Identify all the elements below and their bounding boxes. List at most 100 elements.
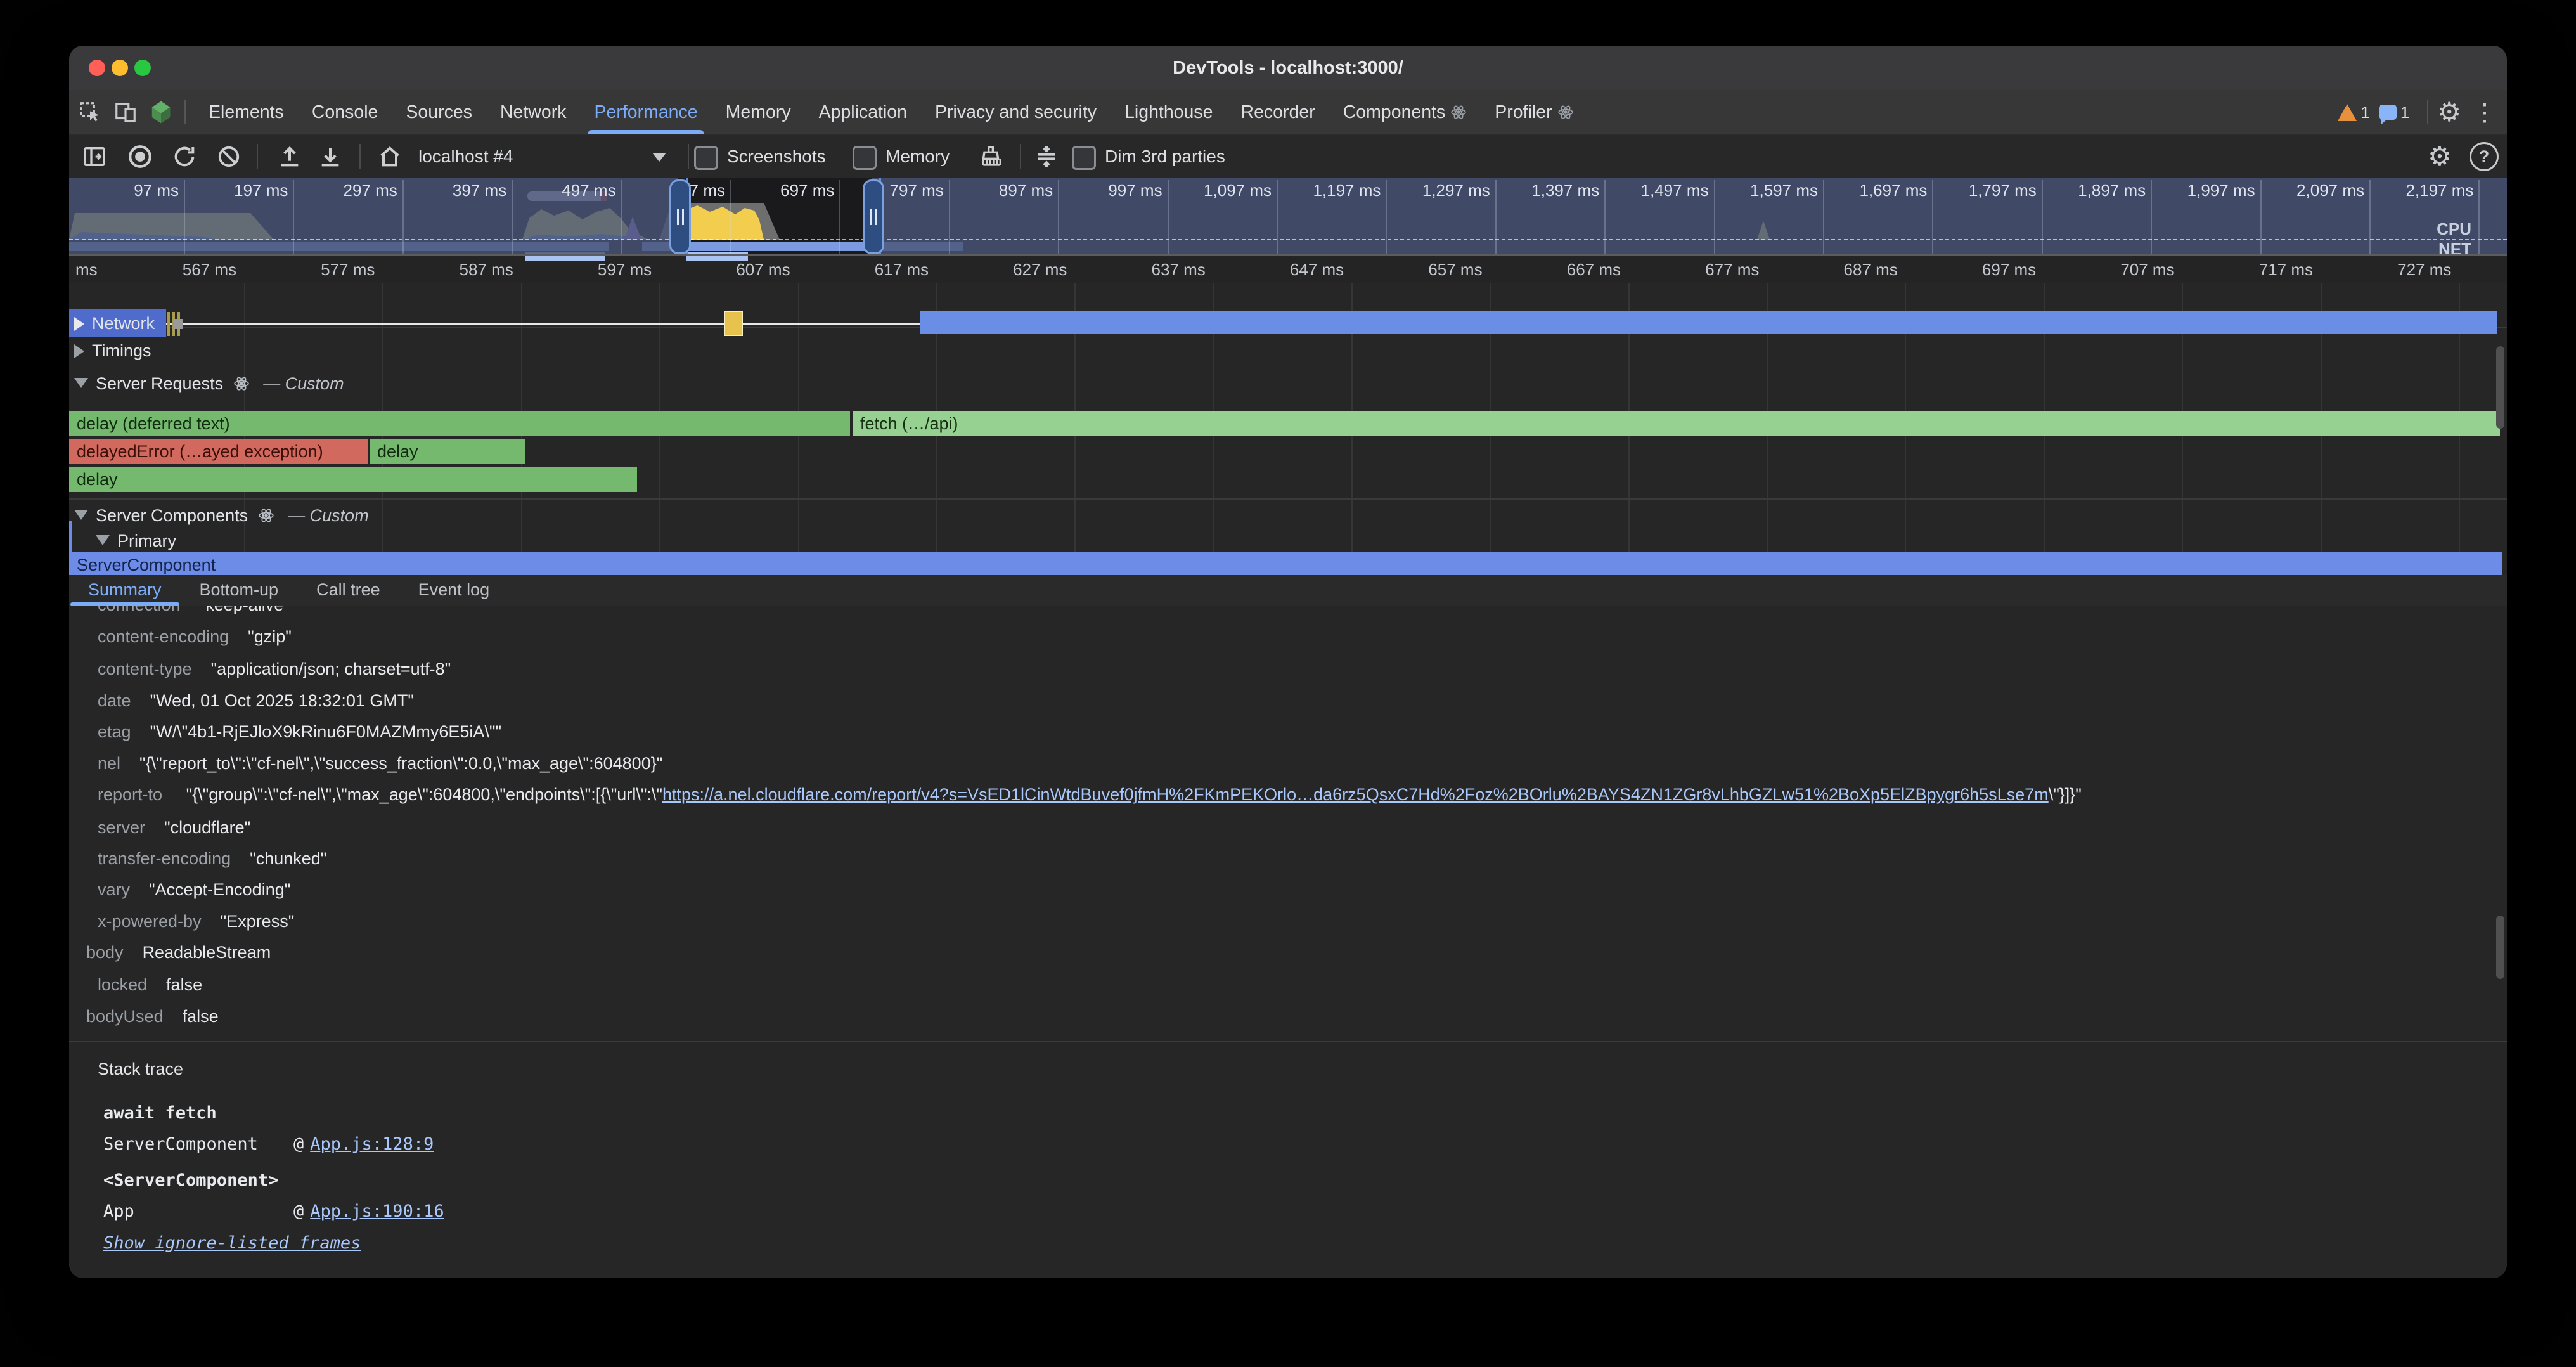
record-icon[interactable] <box>125 141 155 172</box>
ruler-label: 667 ms <box>1526 260 1621 280</box>
source-location-link[interactable]: App.js:190:16 <box>310 1202 444 1221</box>
tab-profiler[interactable]: Profiler <box>1481 90 1587 134</box>
expander-down-icon[interactable] <box>74 510 88 520</box>
network-track-header-highlight[interactable]: Network <box>69 309 166 337</box>
clear-icon[interactable] <box>214 141 244 172</box>
home-icon[interactable] <box>375 141 405 172</box>
upload-profile-icon[interactable] <box>274 141 305 172</box>
expander-right-icon[interactable] <box>74 317 84 331</box>
download-profile-icon[interactable] <box>315 141 345 172</box>
event-bar[interactable]: ServerComponent <box>69 552 2502 575</box>
flame-chart-tracks[interactable]: Network Timings Server Requests — Custom… <box>69 283 2507 575</box>
summary-row: bodyReadableStream <box>69 936 2507 968</box>
tab-components[interactable]: Components <box>1329 90 1481 134</box>
issues-icon[interactable] <box>2379 105 2397 120</box>
selection-handle-left[interactable] <box>669 179 691 254</box>
inspect-element-icon[interactable] <box>75 98 105 127</box>
tab-performance[interactable]: Performance <box>580 90 711 134</box>
stack-frame: App@App.js:190:16 <box>103 1196 444 1228</box>
tab-application[interactable]: Application <box>805 90 921 134</box>
extension-gem-icon[interactable] <box>146 98 176 127</box>
event-bar[interactable]: delay (deferred text) <box>69 411 850 436</box>
event-bar[interactable]: delay <box>69 467 637 492</box>
reload-record-icon[interactable] <box>169 141 200 172</box>
stack-trace-title: Stack trace <box>98 1053 183 1085</box>
timings-track-label: Timings <box>92 341 151 360</box>
tab-recorder[interactable]: Recorder <box>1227 90 1329 134</box>
tab-console[interactable]: Console <box>298 90 392 134</box>
expander-down-icon[interactable] <box>96 535 110 545</box>
event-bar[interactable]: delayedError (…ayed exception) <box>69 439 368 464</box>
overview-tick-line <box>1058 180 1059 254</box>
garbage-collect-icon[interactable] <box>976 141 1006 172</box>
tab-elements[interactable]: Elements <box>195 90 298 134</box>
dim-3rd-parties-label[interactable]: Dim 3rd parties <box>1105 135 1225 178</box>
network-tick <box>167 312 170 336</box>
overview-tick-line <box>293 180 294 254</box>
overview-tick-label: 1,097 ms <box>1176 181 1272 200</box>
dim-3rd-parties-checkbox[interactable] <box>1072 146 1096 170</box>
timings-track-header[interactable]: Timings <box>74 341 151 361</box>
tab-event-log[interactable]: Event log <box>399 575 509 606</box>
ruler-label: 727 ms <box>2356 260 2451 280</box>
summary-scrollbar-thumb[interactable] <box>2496 916 2504 979</box>
toggle-sidebar-icon[interactable] <box>79 141 110 172</box>
screenshots-checkbox[interactable] <box>694 146 718 170</box>
expander-down-icon[interactable] <box>74 378 88 388</box>
primary-subtrack-header[interactable]: Primary <box>96 531 176 551</box>
selection-handle-right[interactable] <box>863 179 884 254</box>
tab-sources[interactable]: Sources <box>392 90 486 134</box>
overview-tick-label: 1,397 ms <box>1504 181 1599 200</box>
ruler-label: 617 ms <box>834 260 929 280</box>
panel-tab-bar: Elements Console Sources Network Perform… <box>69 90 2507 135</box>
tab-memory[interactable]: Memory <box>712 90 805 134</box>
tab-network[interactable]: Network <box>486 90 581 134</box>
overview-tick-line <box>1604 180 1606 254</box>
more-options-kebab-icon[interactable]: ⋮ <box>2473 98 2497 127</box>
ruler-label: 707 ms <box>2080 260 2175 280</box>
show-ignore-listed-frames[interactable]: Show ignore-listed frames <box>103 1228 361 1259</box>
source-location-link[interactable]: App.js:128:9 <box>310 1134 434 1154</box>
device-toolbar-icon[interactable] <box>111 98 140 127</box>
summary-pane[interactable]: connection"keep-alive" content-encoding"… <box>69 606 2507 1278</box>
memory-checkbox[interactable] <box>853 146 877 170</box>
selected-network-request[interactable] <box>724 311 743 336</box>
panel-settings-gear-icon[interactable]: ⚙ <box>2425 141 2455 172</box>
primary-subtrack-label: Primary <box>117 531 176 550</box>
overview-tick-line <box>621 180 622 254</box>
tab-lighthouse[interactable]: Lighthouse <box>1111 90 1227 134</box>
collapse-tracks-icon[interactable] <box>1031 141 1062 172</box>
expander-right-icon[interactable] <box>74 344 84 358</box>
detail-ruler: ms567 ms577 ms587 ms597 ms607 ms617 ms62… <box>69 256 2507 283</box>
tab-bottom-up[interactable]: Bottom-up <box>181 575 298 606</box>
event-bar[interactable]: delay <box>370 439 525 464</box>
screenshots-label[interactable]: Screenshots <box>727 135 826 178</box>
report-to-url-link[interactable]: https://a.nel.cloudflare.com/report/v4?s… <box>662 785 2049 804</box>
issues-count: 1 <box>2400 103 2409 122</box>
summary-row: nel"{\"report_to\":\"cf-nel\",\"success_… <box>69 748 2507 779</box>
history-dropdown[interactable]: localhost #4 <box>418 135 513 178</box>
event-bar[interactable]: fetch (…/api) <box>853 411 2500 436</box>
ruler-label: 587 ms <box>418 260 513 280</box>
tab-call-tree[interactable]: Call tree <box>297 575 399 606</box>
memory-label[interactable]: Memory <box>886 135 950 178</box>
tab-privacy-and-security[interactable]: Privacy and security <box>921 90 1111 134</box>
overview-tick-line <box>2369 180 2371 254</box>
window-title: DevTools - localhost:3000/ <box>69 46 2507 90</box>
server-components-track-header[interactable]: Server Components — Custom <box>74 506 369 526</box>
help-icon[interactable]: ? <box>2469 141 2499 172</box>
summary-row: server"cloudflare" <box>69 812 2507 843</box>
network-drag-knob[interactable] <box>174 319 183 329</box>
tracks-scrollbar-thumb[interactable] <box>2496 346 2504 429</box>
warning-icon[interactable] <box>2338 104 2357 121</box>
chevron-down-icon[interactable] <box>652 153 666 162</box>
overview-tick-line <box>1932 180 1933 254</box>
cpu-baseline-dashed-line <box>69 239 2507 240</box>
timeline-overview[interactable]: 97 ms197 ms297 ms397 ms497 ms597 ms697 m… <box>69 178 2507 256</box>
overview-tick-label: 997 ms <box>1067 181 1162 200</box>
divider <box>688 144 689 169</box>
server-requests-track-header[interactable]: Server Requests — Custom <box>74 374 344 394</box>
tab-summary[interactable]: Summary <box>69 575 181 606</box>
network-request-bar[interactable] <box>920 311 2497 334</box>
settings-gear-icon[interactable]: ⚙ <box>2437 98 2461 127</box>
